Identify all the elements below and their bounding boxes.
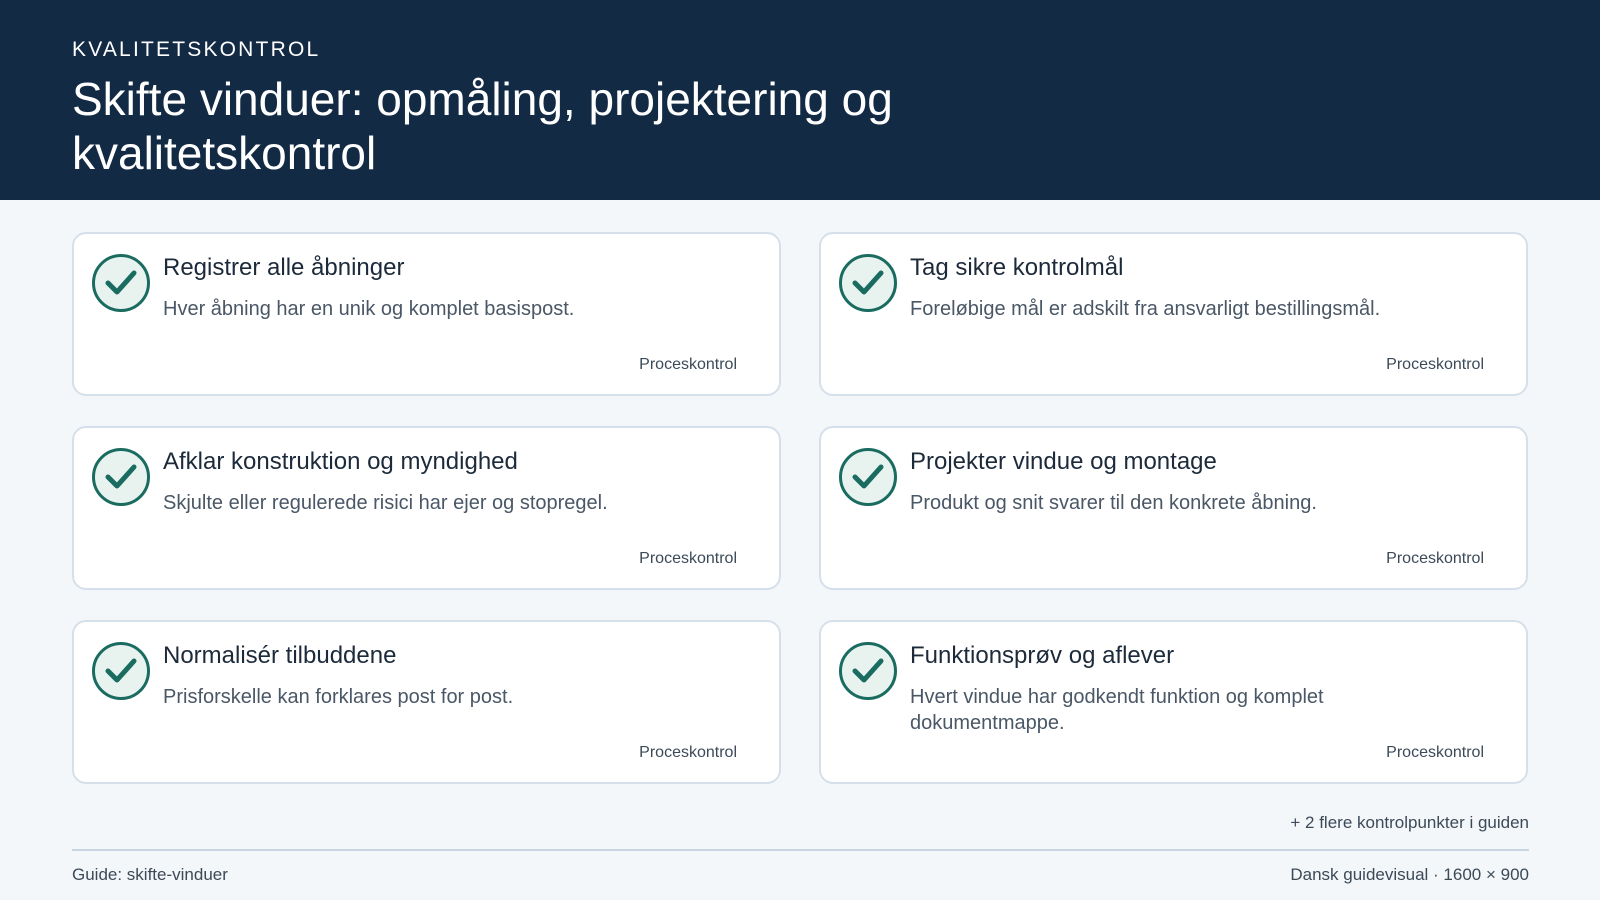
card-description: Foreløbige mål er adskilt fra ansvarligt… <box>910 298 1381 320</box>
footer-guide-label: Guide: skifte-vinduer <box>72 865 228 884</box>
card-description: Hver åbning har en unik og komplet basis… <box>163 298 575 320</box>
checklist-card: Afklar konstruktion og myndighed Skjulte… <box>72 426 781 590</box>
check-circle-icon <box>839 642 897 700</box>
page-title: Skifte vinduer: opmåling, projektering o… <box>72 73 893 179</box>
footer-meta-label: Dansk guidevisual · 1600 × 900 <box>1290 865 1529 884</box>
card-description: Prisforskelle kan forklares post for pos… <box>163 686 514 708</box>
check-circle-icon <box>92 642 150 700</box>
card-tag: Proceskontrol <box>639 744 737 761</box>
card-description: Produkt og snit svarer til den konkrete … <box>910 492 1317 514</box>
card-tag: Proceskontrol <box>1386 550 1484 567</box>
card-title: Funktionsprøv og aflever <box>910 642 1175 669</box>
card-tag: Proceskontrol <box>1386 744 1484 761</box>
card-description: Skjulte eller regulerede risici har ejer… <box>163 492 608 514</box>
checklist-card: Registrer alle åbninger Hver åbning har … <box>72 232 781 396</box>
card-tag: Proceskontrol <box>1386 356 1484 373</box>
card-title: Projekter vindue og montage <box>910 448 1217 475</box>
card-description: Hvert vindue har godkendt funktion og ko… <box>910 686 1324 734</box>
header-banner: KVALITETSKONTROL Skifte vinduer: opmålin… <box>0 0 1600 200</box>
more-checkpoints-link[interactable]: + 2 flere kontrolpunkter i guiden <box>1290 813 1529 833</box>
check-circle-icon <box>839 254 897 312</box>
checklist-card: Projekter vindue og montage Produkt og s… <box>819 426 1528 590</box>
check-circle-icon <box>92 448 150 506</box>
card-tag: Proceskontrol <box>639 550 737 567</box>
card-title: Afklar konstruktion og myndighed <box>163 448 518 475</box>
footer-divider <box>72 849 1529 851</box>
checklist-card: Funktionsprøv og aflever Hvert vindue ha… <box>819 620 1528 784</box>
eyebrow-label: KVALITETSKONTROL <box>72 38 321 61</box>
checklist-card: Tag sikre kontrolmål Foreløbige mål er a… <box>819 232 1528 396</box>
card-title: Normalisér tilbuddene <box>163 642 397 669</box>
card-title: Tag sikre kontrolmål <box>910 254 1124 281</box>
card-title: Registrer alle åbninger <box>163 254 405 281</box>
check-circle-icon <box>92 254 150 312</box>
card-tag: Proceskontrol <box>639 356 737 373</box>
check-circle-icon <box>839 448 897 506</box>
checklist-card: Normalisér tilbuddene Prisforskelle kan … <box>72 620 781 784</box>
